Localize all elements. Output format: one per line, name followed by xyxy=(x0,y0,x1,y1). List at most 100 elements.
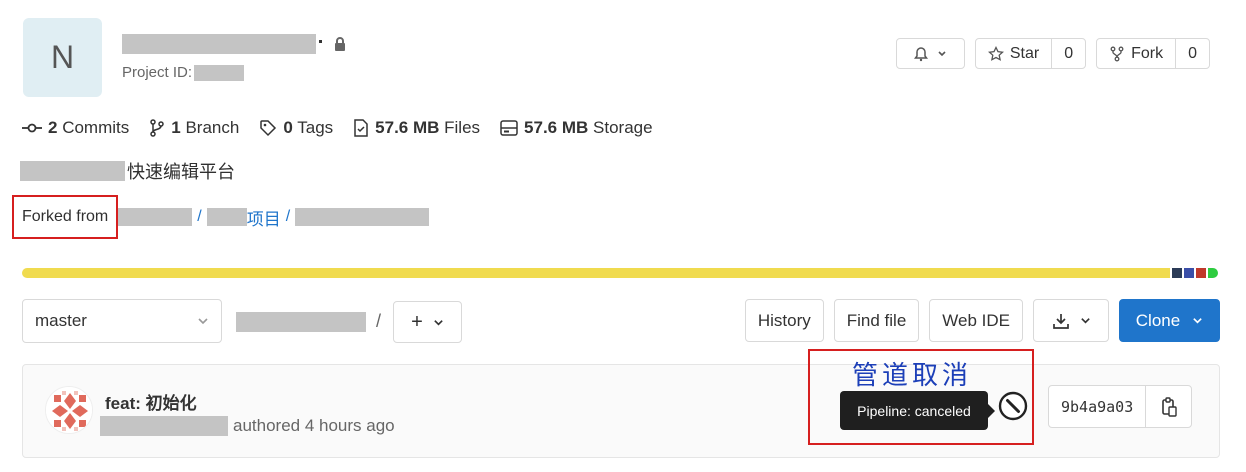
find-file-button[interactable]: Find file xyxy=(833,299,920,342)
add-file-dropdown[interactable]: + xyxy=(393,301,462,343)
star-count[interactable]: 0 xyxy=(1051,39,1085,68)
star-label: Star xyxy=(1009,44,1040,62)
branch-label: Branch xyxy=(185,118,240,137)
file-icon xyxy=(354,119,368,137)
branch-icon xyxy=(150,119,165,137)
storage-size: 57.6 MB xyxy=(524,118,589,137)
history-label: History xyxy=(757,310,811,330)
find-file-label: Find file xyxy=(846,310,907,330)
commit-sha[interactable]: 9b4a9a03 xyxy=(1049,386,1145,427)
language-segment[interactable] xyxy=(1172,268,1182,278)
canceled-icon[interactable] xyxy=(998,391,1028,421)
avatar-letter: N xyxy=(50,39,75,75)
pipeline-tooltip: Pipeline: canceled xyxy=(840,391,995,430)
star-icon xyxy=(987,45,1004,61)
clone-label: Clone xyxy=(1135,310,1181,330)
commit-icon xyxy=(22,123,42,133)
project-description: 快速编辑平台 xyxy=(20,158,235,184)
forked-from-label: Forked from xyxy=(22,208,109,225)
redacted-project-name xyxy=(122,34,316,54)
description-text: 快速编辑平台 xyxy=(127,162,235,182)
chevron-down-icon xyxy=(198,318,208,325)
download-icon xyxy=(1052,313,1069,329)
title-dot xyxy=(319,39,322,43)
tags-stat[interactable]: 0 Tags xyxy=(259,118,333,138)
project-avatar[interactable]: N xyxy=(23,18,102,97)
redacted-source-project[interactable] xyxy=(295,208,430,226)
branch-name: master xyxy=(35,311,87,330)
chevron-down-icon xyxy=(938,50,946,56)
language-segment[interactable] xyxy=(1208,268,1218,278)
redacted-description-prefix xyxy=(20,161,125,181)
project-stats: 2 Commits 1 Branch 0 Tags 57.6 MB Files … xyxy=(22,118,653,138)
forked-separator: / xyxy=(197,208,202,225)
star-button-group: Star 0 xyxy=(974,38,1087,69)
branch-selector[interactable]: master xyxy=(22,299,222,343)
forked-project-link[interactable]: 项目 xyxy=(247,205,281,230)
branch-count: 1 xyxy=(171,118,181,137)
bell-icon xyxy=(914,46,929,61)
annotation-text: 管道取消 xyxy=(852,361,973,391)
last-commit-panel: feat: 初始化 authored 4 hours ago xyxy=(22,364,1220,458)
star-count-value: 0 xyxy=(1064,44,1074,62)
fork-button-group: Fork 0 xyxy=(1096,38,1210,69)
clone-button[interactable]: Clone xyxy=(1119,299,1220,342)
forked-from-highlight: Forked from xyxy=(12,195,119,239)
fork-label: Fork xyxy=(1131,44,1164,62)
chevron-down-icon xyxy=(434,319,443,326)
download-dropdown[interactable] xyxy=(1033,299,1109,342)
identicon-icon xyxy=(46,387,92,433)
tags-label: Tags xyxy=(297,118,334,137)
commit-sha-text: 9b4a9a03 xyxy=(1061,397,1134,416)
commit-meta: authored 4 hours ago xyxy=(100,416,395,436)
chevron-down-icon xyxy=(1193,318,1202,324)
files-size: 57.6 MB xyxy=(375,118,440,137)
forked-from: Forked from / 项目 / xyxy=(12,195,430,239)
tags-count: 0 xyxy=(283,118,293,137)
redacted-namespace[interactable] xyxy=(118,208,193,226)
files-stat[interactable]: 57.6 MB Files xyxy=(353,118,480,138)
commit-authored-time: authored 4 hours ago xyxy=(233,416,395,435)
history-button[interactable]: History xyxy=(744,299,824,342)
redacted-author-name[interactable] xyxy=(100,416,228,436)
project-actions: Star 0 Fork 0 xyxy=(895,38,1210,69)
language-segment[interactable] xyxy=(1184,268,1194,278)
commits-stat[interactable]: 2 Commits xyxy=(22,118,129,138)
project-id-label: Project ID: xyxy=(122,64,193,81)
commit-sha-group: 9b4a9a03 xyxy=(1048,385,1193,428)
repository-languages-bar[interactable] xyxy=(22,268,1218,278)
forked-separator: / xyxy=(285,208,291,225)
pipeline-tooltip-text: Pipeline: canceled xyxy=(857,402,971,419)
language-segment[interactable] xyxy=(22,268,1170,278)
storage-stat[interactable]: 57.6 MB Storage xyxy=(500,118,653,138)
language-segment[interactable] xyxy=(1196,268,1206,278)
repo-actions: History Find file Web IDE Clone xyxy=(744,299,1220,342)
redacted-project-id xyxy=(194,64,245,81)
copy-sha-button[interactable] xyxy=(1145,386,1191,427)
fork-count-value: 0 xyxy=(1188,44,1197,62)
storage-label: Storage xyxy=(593,118,653,137)
project-title xyxy=(122,34,348,54)
tag-icon xyxy=(260,120,277,137)
plus-icon: + xyxy=(411,310,423,333)
web-ide-button[interactable]: Web IDE xyxy=(929,299,1023,342)
files-label: Files xyxy=(444,118,481,137)
project-id: Project ID: xyxy=(122,64,245,81)
fork-count[interactable]: 0 xyxy=(1175,39,1209,68)
commits-label: Commits xyxy=(62,118,130,137)
notification-button[interactable] xyxy=(895,38,965,69)
commits-count: 2 xyxy=(48,118,58,137)
copy-icon xyxy=(1161,396,1177,417)
web-ide-label: Web IDE xyxy=(942,310,1010,330)
redacted-group[interactable] xyxy=(206,208,247,226)
commit-title[interactable]: feat: 初始化 xyxy=(105,389,197,414)
chevron-down-icon xyxy=(1080,318,1090,324)
fork-icon xyxy=(1110,46,1124,61)
star-button[interactable]: Star xyxy=(976,39,1051,68)
lock-icon xyxy=(335,37,345,51)
fork-button[interactable]: Fork xyxy=(1097,39,1175,68)
redacted-repo-path[interactable] xyxy=(236,312,366,332)
author-avatar[interactable] xyxy=(45,386,93,434)
path-separator: / xyxy=(376,311,382,331)
branch-stat[interactable]: 1 Branch xyxy=(149,118,239,138)
